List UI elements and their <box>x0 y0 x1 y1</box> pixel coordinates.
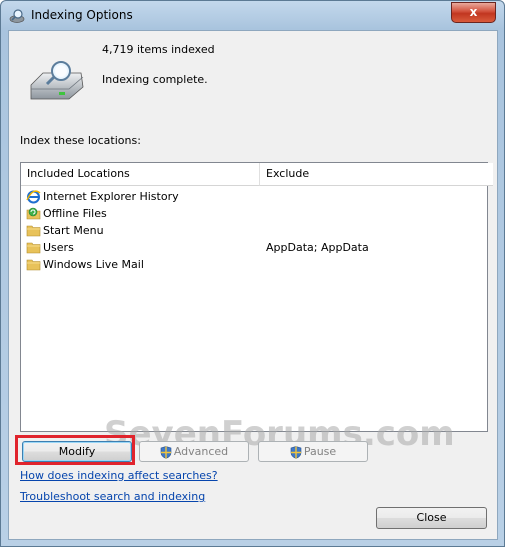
list-item[interactable]: Windows Live Mail <box>21 256 487 273</box>
list-item[interactable]: Offline Files <box>21 205 487 222</box>
modify-highlight-box <box>15 435 135 465</box>
items-indexed-count: 4,719 items indexed <box>102 43 215 56</box>
ie-icon <box>26 190 41 204</box>
row-exclude: AppData; AppData <box>266 241 369 254</box>
indexing-status: Indexing complete. <box>102 73 208 86</box>
row-label: Start Menu <box>43 224 104 237</box>
row-label: Users <box>43 241 74 254</box>
title-bar: Indexing Options x <box>1 1 504 31</box>
list-item[interactable]: Internet Explorer History <box>21 188 487 205</box>
row-label: Internet Explorer History <box>43 190 179 203</box>
window-title: Indexing Options <box>31 8 133 22</box>
pause-button[interactable]: Pause <box>258 441 368 462</box>
uac-shield-icon <box>290 445 302 459</box>
column-header-exclude[interactable]: Exclude <box>260 163 493 186</box>
advanced-button[interactable]: Advanced <box>139 441 249 462</box>
row-label: Windows Live Mail <box>43 258 144 271</box>
column-header-included[interactable]: Included Locations <box>21 163 260 186</box>
close-window-button[interactable]: x <box>451 2 496 23</box>
list-item[interactable]: Users AppData; AppData <box>21 239 487 256</box>
list-item[interactable]: Start Menu <box>21 222 487 239</box>
folder-icon <box>26 259 41 271</box>
pause-label: Pause <box>303 445 337 458</box>
advanced-label: Advanced <box>173 445 229 458</box>
dialog-client-area: 4,719 items indexed Indexing complete. I… <box>8 30 498 540</box>
offline-files-icon <box>26 207 41 220</box>
index-locations-label: Index these locations: <box>20 134 141 147</box>
uac-shield-icon <box>160 445 172 459</box>
indexing-affect-searches-link[interactable]: How does indexing affect searches? <box>20 469 218 482</box>
close-button[interactable]: Close <box>376 507 487 529</box>
folder-icon <box>26 225 41 237</box>
locations-list[interactable]: Included Locations Exclude Internet Expl… <box>20 162 493 432</box>
troubleshoot-link[interactable]: Troubleshoot search and indexing <box>20 490 205 503</box>
folder-icon <box>26 242 41 254</box>
indexing-drive-icon <box>30 61 84 100</box>
indexing-options-window: Indexing Options x 4,719 items indexed I… <box>0 0 505 547</box>
row-label: Offline Files <box>43 207 107 220</box>
indexing-app-icon <box>9 9 25 23</box>
